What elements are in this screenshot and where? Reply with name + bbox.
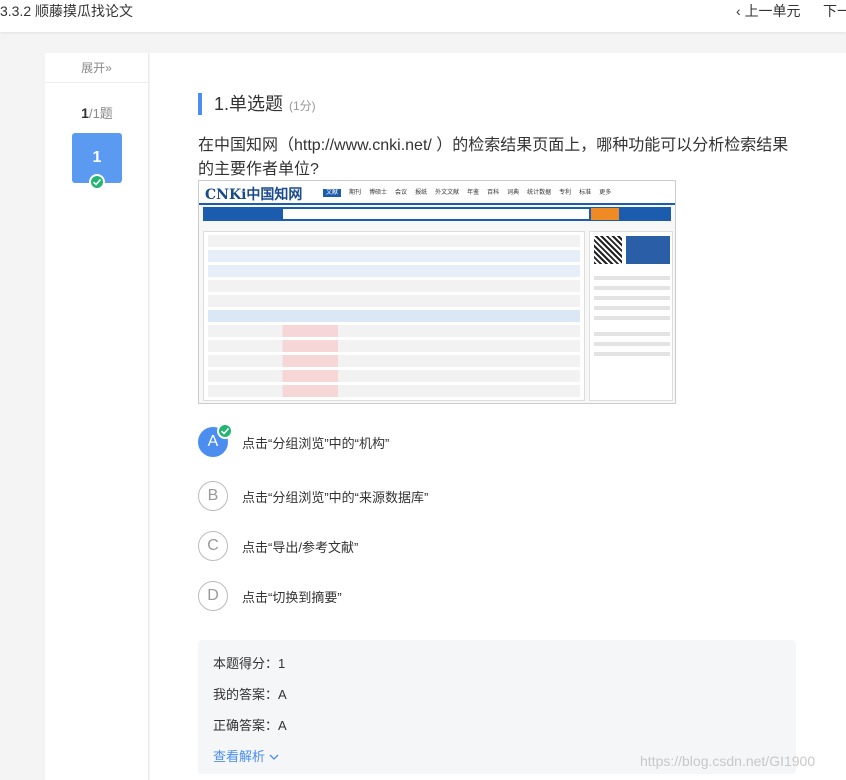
cnki-screenshot-image: CNKi中国知网 文献 期刊 博硕士 会议 报纸 外文文献 年鉴 百科 词典 统计数据 专利 标准 更多 (198, 180, 676, 404)
option-text: 点击“切换到摘要” (242, 590, 342, 605)
unit-title: 3.3.2 顺藤摸瓜找论文 (0, 3, 134, 19)
option-text: 点击“分组浏览”中的“机构” (242, 436, 390, 451)
current-question: 1 (81, 105, 89, 121)
my-answer: 我的答案：A (213, 687, 287, 702)
score-line: 本题得分：1 (213, 656, 286, 671)
question-panel: 1.单选题 (1分) 在中国知网（http://www.cnki.net/ ）的检… (150, 53, 846, 780)
expand-button[interactable]: 展开» (45, 53, 148, 83)
question-counter: 1/1题 (45, 103, 149, 122)
option-letter: A (198, 423, 233, 457)
ad-banner (626, 236, 670, 264)
cnki-nav: 文献 期刊 博硕士 会议 报纸 外文文献 年鉴 百科 词典 统计数据 专利 标准 更多 (323, 187, 619, 197)
cnki-search-bar (203, 207, 671, 221)
chevron-down-icon (269, 749, 279, 764)
option-text: 点击“导出/参考文献” (242, 540, 359, 555)
question-nav-item[interactable]: 1 (72, 133, 122, 190)
option-d[interactable]: D 点击“切换到摘要” (198, 581, 698, 611)
question-stem: 在中国知网（http://www.cnki.net/ ）的检索结果页面上，哪种功… (198, 137, 789, 178)
qr-code-icon (594, 236, 622, 264)
cnki-header: CNKi中国知网 文献 期刊 博硕士 会议 报纸 外文文献 年鉴 百科 词典 统计数据 专利 标准 更多 (199, 181, 675, 205)
total-questions: /1题 (88, 106, 113, 121)
option-c[interactable]: C 点击“导出/参考文献” (198, 531, 698, 561)
option-b[interactable]: B 点击“分组浏览”中的“来源数据库” (198, 481, 698, 511)
question-sidebar: 展开» 1/1题 1 (45, 53, 149, 780)
correct-answer: 正确答案：A (213, 718, 287, 733)
question-score: (1分) (289, 99, 316, 113)
option-a[interactable]: A 点击“分组浏览”中的“机构” (198, 423, 698, 457)
view-analysis-link[interactable]: 查看解析 (213, 746, 279, 765)
top-bar: 3.3.2 顺藤摸瓜找论文 ‹ 上一单元 下一 (0, 0, 846, 32)
question-heading: 1.单选题 (1分) (198, 93, 316, 115)
option-letter: B (198, 481, 228, 511)
cnki-logo: CNKi中国知网 (205, 187, 303, 203)
prev-unit-link[interactable]: ‹ 上一单元 (736, 1, 801, 21)
check-icon (89, 174, 105, 190)
watermark: https://blog.csdn.net/GI1900 (640, 753, 816, 769)
option-letter: C (198, 531, 228, 561)
cnki-result-list (203, 231, 585, 401)
question-type: 1.单选题 (214, 94, 284, 114)
next-unit-link[interactable]: 下一 (823, 1, 846, 21)
option-letter: D (198, 581, 228, 611)
option-text: 点击“分组浏览”中的“来源数据库” (242, 490, 429, 505)
check-icon (217, 423, 233, 439)
question-nav-number: 1 (92, 149, 102, 166)
chevron-left-icon: ‹ (736, 3, 745, 19)
cnki-side-panel (589, 231, 673, 401)
